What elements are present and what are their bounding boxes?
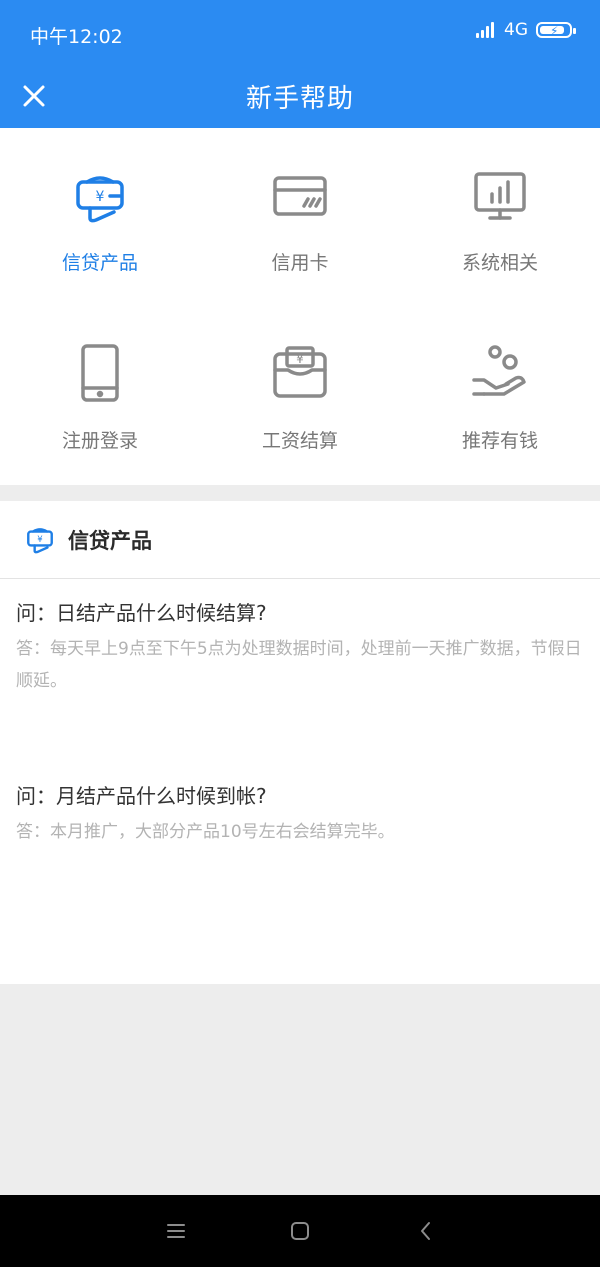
home-icon[interactable] (288, 1219, 312, 1243)
faq-item[interactable]: 问：月结产品什么时候到帐? 答：本月推广，大部分产品10号左右会结算完毕。 (16, 782, 586, 848)
system-nav-bar (0, 1195, 600, 1267)
category-referral-label: 推荐有钱 (461, 430, 538, 452)
nav-bar: 新手帮助 (0, 64, 600, 128)
svg-text:¥: ¥ (296, 352, 304, 366)
category-salary[interactable]: ¥ 工资结算 (200, 306, 400, 484)
section-title: 信贷产品 (68, 529, 152, 553)
faq-answer: 答：本月推广，大部分产品10号左右会结算完毕。 (16, 822, 395, 842)
faq-question: 问：月结产品什么时候到帐? (16, 784, 267, 808)
menu-icon[interactable] (164, 1219, 188, 1243)
back-icon[interactable] (414, 1219, 438, 1243)
status-bar: 中午12:02 4G ⚡ (0, 0, 600, 64)
category-register[interactable]: 注册登录 (0, 306, 200, 484)
battery-icon: ⚡ (536, 22, 576, 38)
category-credit-card[interactable]: 信用卡 (200, 128, 400, 306)
credit-card-icon (270, 166, 330, 226)
category-register-label: 注册登录 (61, 430, 138, 452)
wallet-icon: ¥ (270, 344, 330, 404)
signal-icon (476, 22, 496, 38)
phone-icon (70, 344, 130, 404)
category-salary-label: 工资结算 (261, 430, 338, 452)
category-system-label: 系统相关 (461, 252, 538, 274)
category-system[interactable]: 系统相关 (400, 128, 600, 306)
hand-coins-icon (470, 344, 530, 404)
status-indicators: 4G ⚡ (476, 20, 576, 40)
faq-section: ¥ 信贷产品 问：日结产品什么时候结算? 答：每天早上9点至下午5点为处理数据时… (0, 501, 600, 984)
loan-icon: ¥ (24, 523, 56, 555)
category-loan-label: 信贷产品 (61, 252, 138, 274)
faq-answer: 答：每天早上9点至下午5点为处理数据时间，处理前一天推广数据，节假日顺延。 (16, 639, 582, 691)
category-credit-card-label: 信用卡 (271, 252, 329, 274)
monitor-chart-icon (470, 166, 530, 226)
svg-text:¥: ¥ (37, 535, 43, 545)
page-title: 新手帮助 (245, 84, 354, 114)
network-type: 4G (504, 20, 528, 40)
loan-icon: ¥ (70, 166, 130, 226)
faq-question: 问：日结产品什么时候结算? (16, 601, 267, 625)
category-grid: ¥ 信贷产品 信用卡 系统相关 注册登录 ¥ 工资结算 推荐有钱 (0, 128, 600, 485)
category-loan[interactable]: ¥ 信贷产品 (0, 128, 200, 306)
svg-text:¥: ¥ (96, 189, 105, 205)
faq-item[interactable]: 问：日结产品什么时候结算? 答：每天早上9点至下午5点为处理数据时间，处理前一天… (16, 599, 586, 697)
section-header: ¥ 信贷产品 (0, 501, 600, 579)
category-referral[interactable]: 推荐有钱 (400, 306, 600, 484)
status-time: 中午12:02 (30, 26, 123, 48)
